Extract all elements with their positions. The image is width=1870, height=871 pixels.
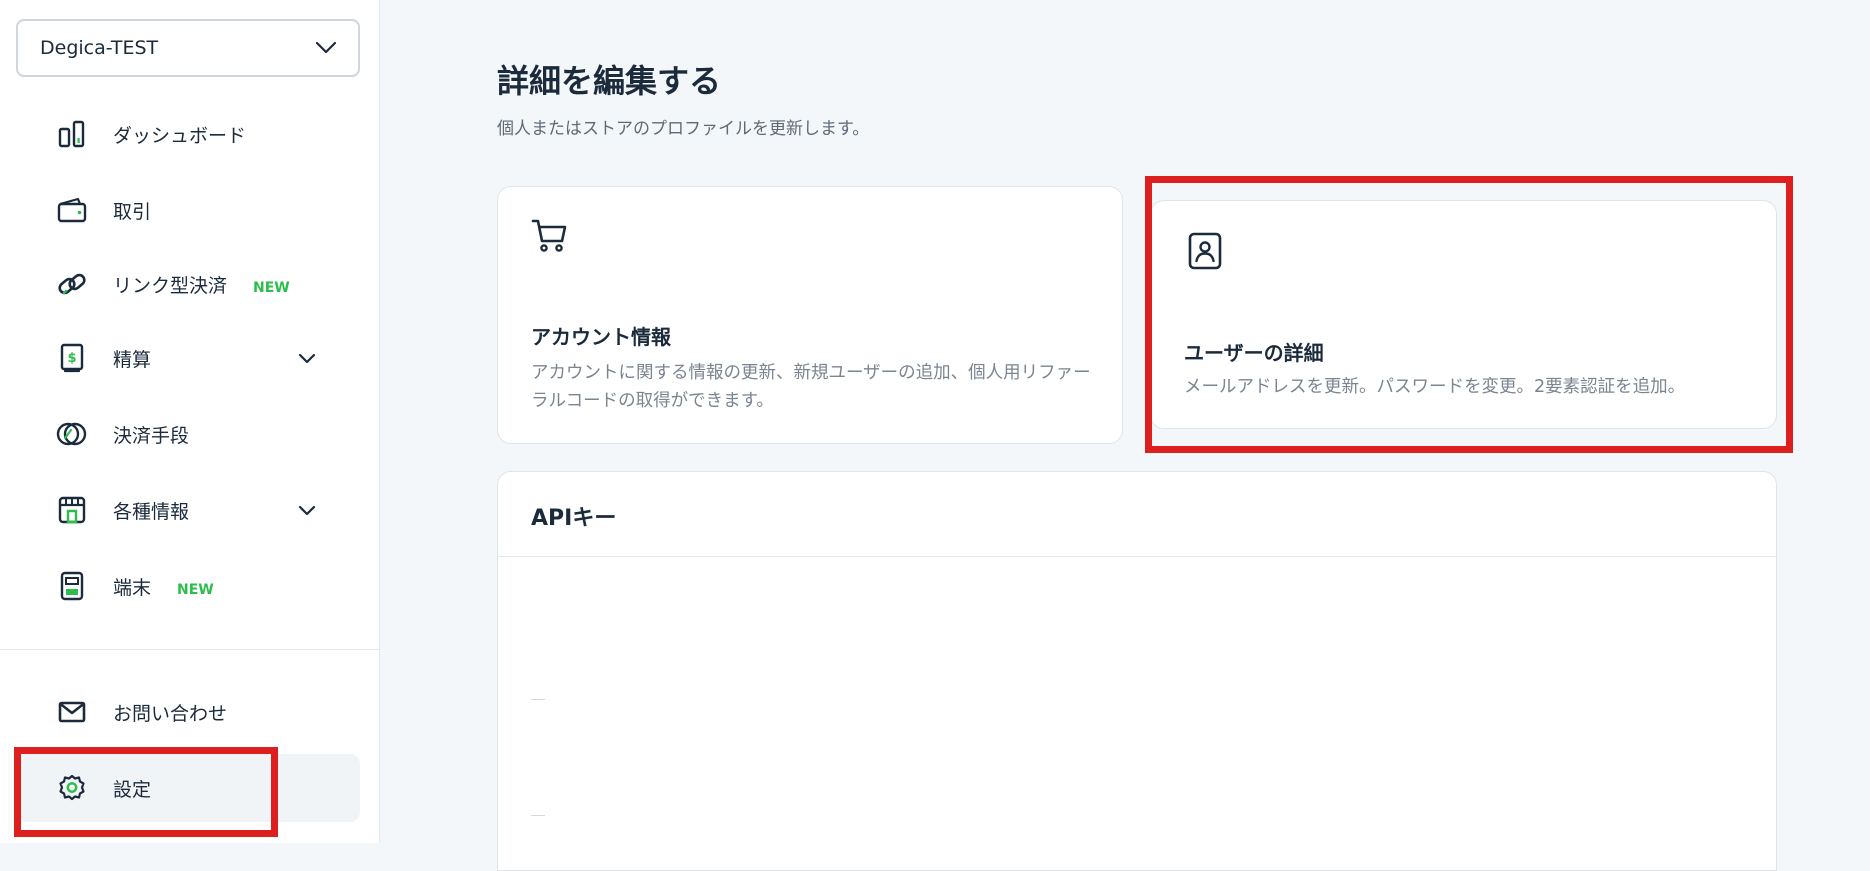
link-icon: [54, 266, 90, 302]
new-badge: NEW: [253, 279, 290, 296]
wallet-icon: [54, 192, 90, 228]
dashboard-icon: [54, 116, 90, 152]
sidebar-item-label: 取引: [113, 200, 152, 223]
new-badge: NEW: [177, 581, 214, 598]
cart-icon: [531, 217, 569, 259]
chevron-down-icon[interactable]: [296, 347, 318, 369]
card-title: アカウント情報: [531, 325, 671, 349]
user-badge-icon: [1187, 231, 1223, 275]
section-divider: [498, 556, 1776, 557]
account-selector[interactable]: Degica-TEST: [16, 19, 360, 77]
chevron-down-icon[interactable]: [296, 499, 318, 521]
sidebar-item-settings[interactable]: 設定: [16, 754, 360, 822]
card-description: アカウントに関する情報の更新、新規ユーザーの追加、個人用リファーラルコードの取得…: [531, 363, 1091, 411]
sidebar-item-label: リンク型決済 NEW: [113, 271, 290, 298]
sidebar-item-label: 精算: [113, 348, 152, 371]
account-info-card[interactable]: アカウント情報 アカウントに関する情報の更新、新規ユーザーの追加、個人用リファー…: [497, 186, 1123, 444]
account-selector-value: Degica-TEST: [40, 37, 159, 59]
sidebar: Degica-TEST ダッシュボード 取引 リンク型決済 NEW $ 精算 決…: [0, 0, 380, 843]
terminal-icon: [54, 568, 90, 604]
card-title: ユーザーの詳細: [1184, 341, 1324, 365]
svg-text:$: $: [67, 351, 76, 366]
sidebar-item-link-payments[interactable]: リンク型決済 NEW: [16, 250, 360, 318]
sidebar-item-label: 各種情報: [113, 500, 190, 523]
placeholder-line: [531, 815, 545, 816]
page-subtitle: 個人またはストアのプロファイルを更新します。: [497, 119, 870, 139]
api-keys-section: APIキー: [497, 471, 1777, 871]
sidebar-item-label: 設定: [113, 778, 152, 801]
section-title: APIキー: [531, 506, 617, 531]
sidebar-item-label: お問い合わせ: [113, 702, 228, 725]
sidebar-item-dashboard[interactable]: ダッシュボード: [16, 100, 360, 168]
sidebar-item-store-info[interactable]: 各種情報: [16, 476, 360, 544]
sidebar-item-contact[interactable]: お問い合わせ: [16, 678, 360, 746]
sidebar-item-settlement[interactable]: $ 精算: [16, 324, 360, 392]
chevron-down-icon: [314, 36, 338, 60]
card-description: メールアドレスを更新。パスワードを変更。2要素認証を追加。: [1184, 377, 1686, 397]
user-details-card[interactable]: ユーザーの詳細 メールアドレスを更新。パスワードを変更。2要素認証を追加。: [1150, 200, 1777, 429]
gear-icon: [54, 770, 90, 806]
sidebar-item-label: 決済手段: [113, 424, 190, 447]
page-title: 詳細を編集する: [497, 62, 722, 100]
sidebar-item-label-text: 端末: [113, 576, 152, 599]
sidebar-item-label: ダッシュボード: [113, 124, 247, 147]
placeholder-line: [531, 699, 545, 700]
sidebar-item-payment-methods[interactable]: 決済手段: [16, 400, 360, 468]
payout-icon: $: [54, 340, 90, 376]
store-icon: [54, 492, 90, 528]
sidebar-item-terminal[interactable]: 端末 NEW: [16, 552, 360, 620]
payment-method-icon: [54, 416, 90, 452]
mail-icon: [54, 694, 90, 730]
sidebar-item-label-text: リンク型決済: [113, 274, 228, 297]
sidebar-divider: [0, 649, 380, 650]
sidebar-item-label: 端末 NEW: [113, 573, 214, 600]
sidebar-item-transactions[interactable]: 取引: [16, 176, 360, 244]
